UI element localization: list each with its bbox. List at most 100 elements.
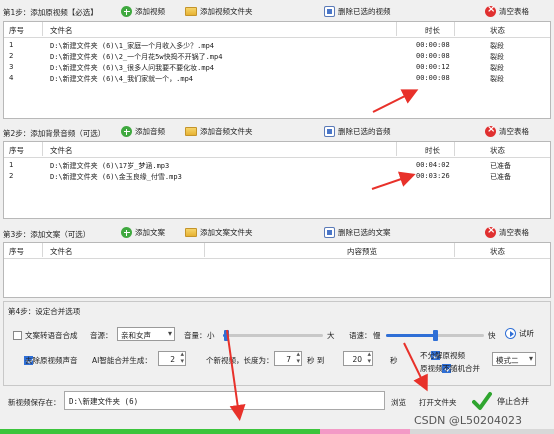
csdn-watermark: CSDN @L50204023: [414, 414, 522, 427]
folder-icon: [185, 7, 197, 16]
row-index: 2: [9, 52, 14, 60]
row-filename: D:\新建文件夹 (6)\1_家庭一个月收入多少？.mp4: [50, 42, 215, 50]
col-duration: 时长: [425, 26, 440, 35]
col-no: 序号: [9, 247, 24, 256]
preview-listen-button[interactable]: 试听: [505, 326, 534, 341]
col-no: 序号: [9, 146, 24, 155]
row-status: 已准备: [490, 173, 511, 181]
clear-video-table-button[interactable]: 清空表格: [485, 4, 529, 19]
plus-icon: [121, 227, 132, 238]
delete-selected-audio-button[interactable]: 删除已选的音频: [324, 124, 391, 139]
progress-fill: [0, 429, 320, 434]
step4-title: 第4步：设定合并选项: [8, 307, 81, 316]
audio-table[interactable]: 序号 文件名 时长 状态 1 D:\新建文件夹 (6)\17岁_梦涵.mp3 00:…: [3, 141, 551, 219]
row-index: 1: [9, 161, 14, 169]
clear-text-table-button[interactable]: 清空表格: [485, 225, 529, 240]
speed-slider[interactable]: [386, 330, 484, 341]
browse-button[interactable]: 浏览: [391, 397, 406, 408]
delete-selected-text-label: 删除已选的文案: [338, 228, 391, 237]
col-status: 状态: [490, 247, 505, 256]
clear-icon: [485, 4, 496, 17]
add-text-label: 添加文案: [135, 228, 165, 237]
clear-icon: [485, 124, 496, 137]
folder-icon: [185, 127, 197, 136]
add-audio-label: 添加音频: [135, 127, 165, 136]
add-text-folder-button[interactable]: 添加文案文件夹: [185, 225, 253, 240]
open-folder-button[interactable]: 打开文件夹: [419, 397, 457, 408]
add-video-button[interactable]: 添加视频: [121, 4, 165, 19]
delete-selected-text-button[interactable]: 删除已选的文案: [324, 225, 391, 240]
col-status: 状态: [490, 146, 505, 155]
preview-listen-label: 试听: [519, 329, 534, 338]
add-audio-button[interactable]: 添加音频: [121, 124, 165, 139]
add-video-folder-label: 添加视频文件夹: [200, 7, 253, 16]
speed-slider-knob[interactable]: [433, 330, 438, 341]
add-video-label: 添加视频: [135, 7, 165, 16]
progress-bar: [0, 429, 554, 434]
mode-select[interactable]: 模式二: [492, 352, 536, 366]
plus-icon: [121, 6, 132, 17]
row-filename: D:\新建文件夹 (6)\3_很多人问我要不要化妆.mp4: [50, 64, 215, 72]
row-status: 裂段: [490, 75, 504, 83]
volume-label: 音量：: [184, 331, 207, 340]
row-filename: D:\新建文件夹 (6)\金玉良缘_付雪.mp3: [50, 173, 182, 181]
add-text-button[interactable]: 添加文案: [121, 225, 165, 240]
tts-checkbox[interactable]: [13, 330, 22, 340]
row-status: 裂段: [490, 64, 504, 72]
row-filename: D:\新建文件夹 (6)\17岁_梦涵.mp3: [50, 162, 170, 170]
row-index: 1: [9, 41, 14, 49]
sec-to-label: 秒 到: [307, 356, 325, 365]
voice-label: 音源：: [90, 331, 113, 340]
add-audio-folder-label: 添加音频文件夹: [200, 127, 253, 136]
voice-select[interactable]: 亲和女声: [117, 327, 175, 341]
video-count-stepper[interactable]: 2: [158, 350, 186, 366]
step2-title: 第2步：添加背景音频（可选）: [3, 129, 106, 138]
clear-text-table-label: 清空表格: [499, 228, 529, 237]
step1-title: 第1步：添加原视频【必选】: [3, 8, 98, 17]
sec-label: 秒: [390, 356, 398, 365]
progress-fill-secondary: [320, 429, 410, 434]
row-duration: 00:00:08: [416, 52, 450, 60]
play-icon: [505, 328, 516, 339]
folder-icon: [185, 228, 197, 237]
no-split-label: 不分解原视频: [420, 351, 465, 360]
delete-selected-video-button[interactable]: 删除已选的视频: [324, 4, 391, 19]
text-table[interactable]: 序号 文件名 内容预览 状态: [3, 242, 551, 298]
min-length-stepper[interactable]: 7: [274, 350, 302, 366]
count-suffix-label: 个新视频，长度为：: [206, 356, 274, 365]
row-index: 3: [9, 63, 14, 71]
col-status: 状态: [490, 26, 505, 35]
clear-video-table-label: 清空表格: [499, 7, 529, 16]
clear-audio-table-button[interactable]: 清空表格: [485, 124, 529, 139]
row-status: 已准备: [490, 162, 511, 170]
start-merge-label: 停止合并: [497, 396, 529, 406]
start-merge-button[interactable]: 停止合并: [472, 385, 550, 417]
row-duration: 00:03:26: [416, 172, 450, 180]
volume-slider[interactable]: [223, 330, 323, 341]
delete-selected-video-label: 删除已选的视频: [338, 7, 391, 16]
add-text-folder-label: 添加文案文件夹: [200, 228, 253, 237]
add-video-folder-button[interactable]: 添加视频文件夹: [185, 4, 253, 19]
col-name: 文件名: [50, 146, 73, 155]
check-icon: [472, 392, 492, 410]
row-index: 2: [9, 172, 14, 180]
col-no: 序号: [9, 26, 24, 35]
max-length-stepper[interactable]: 20: [343, 350, 373, 366]
row-filename: D:\新建文件夹 (6)\4_我们家就一个，.mp4: [50, 75, 194, 83]
step3-title: 第3步：添加文案（可选）: [3, 230, 91, 239]
clear-icon: [485, 225, 496, 238]
tts-label: 文案转语音合成: [25, 331, 78, 340]
col-duration: 时长: [425, 146, 440, 155]
col-name: 文件名: [50, 26, 73, 35]
volume-slider-knob[interactable]: [224, 330, 229, 341]
video-table[interactable]: 序号 文件名 时长 状态 1 D:\新建文件夹 (6)\1_家庭一个月收入多少？.…: [3, 21, 551, 119]
add-audio-folder-button[interactable]: 添加音频文件夹: [185, 124, 253, 139]
volume-max-label: 大: [327, 331, 335, 340]
save-path-field[interactable]: D:\新建文件夹 (6): [64, 391, 385, 410]
speed-slow-label: 慢: [373, 331, 381, 340]
col-name: 文件名: [50, 247, 73, 256]
col-preview: 内容预览: [347, 247, 377, 256]
row-status: 裂段: [490, 42, 504, 50]
row-duration: 00:00:08: [416, 74, 450, 82]
volume-min-label: 小: [207, 331, 215, 340]
